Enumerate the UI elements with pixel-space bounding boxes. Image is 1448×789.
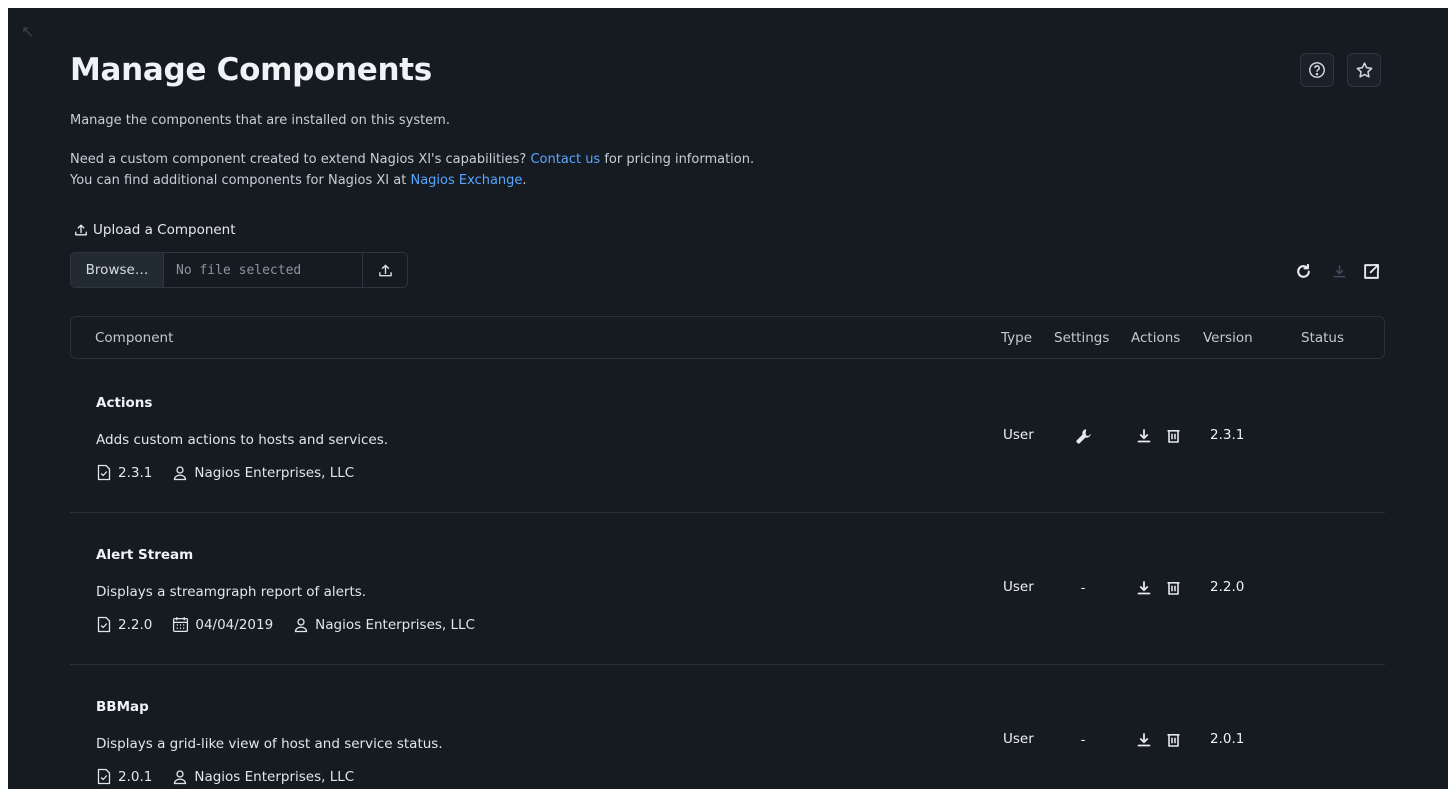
upload-icon xyxy=(75,224,87,236)
custom-component-line: Need a custom component created to exten… xyxy=(70,152,754,167)
browse-button[interactable]: Browse… xyxy=(71,253,164,287)
column-version[interactable]: Version xyxy=(1203,330,1253,346)
user-icon xyxy=(295,617,308,632)
trash-icon xyxy=(1167,582,1179,595)
upload-icon xyxy=(378,264,392,276)
download-icon xyxy=(1137,581,1151,595)
refresh-button[interactable] xyxy=(1293,261,1313,281)
upload-label-text: Upload a Component xyxy=(93,222,236,238)
download-all-button[interactable] xyxy=(1329,261,1349,281)
component-description: Adds custom actions to hosts and service… xyxy=(96,432,389,448)
meta-version: 2.3.1 xyxy=(118,464,153,481)
file-check-icon xyxy=(97,768,111,785)
file-check-icon xyxy=(97,464,111,481)
meta-author: Nagios Enterprises, LLC xyxy=(194,768,355,785)
column-component[interactable]: Component xyxy=(95,330,173,346)
component-description: Displays a grid-like view of host and se… xyxy=(96,736,443,752)
meta-version: 2.2.0 xyxy=(118,616,153,633)
exchange-line-suffix: . xyxy=(522,173,527,188)
component-type: User xyxy=(1003,579,1034,595)
settings-button[interactable] xyxy=(1073,426,1093,446)
component-version: 2.2.0 xyxy=(1210,579,1245,595)
nagios-exchange-link[interactable]: Nagios Exchange xyxy=(410,173,522,188)
download-icon xyxy=(1333,264,1345,277)
corner-arrow-icon[interactable]: ↖ xyxy=(21,22,34,41)
download-icon xyxy=(1137,733,1151,747)
user-icon xyxy=(174,465,187,480)
custom-line-suffix: for pricing information. xyxy=(604,152,755,167)
user-icon xyxy=(174,769,187,784)
component-type: User xyxy=(1003,427,1034,443)
external-link-icon xyxy=(1363,263,1379,279)
download-button[interactable] xyxy=(1134,426,1154,446)
upload-component-label: Upload a Component xyxy=(74,222,236,238)
component-meta: 2.2.0 04/04/2019 Nagios Enterprises, LLC xyxy=(96,616,475,633)
meta-author: Nagios Enterprises, LLC xyxy=(315,616,475,633)
file-input-group: Browse… No file selected xyxy=(70,252,408,288)
component-type: User xyxy=(1003,731,1034,747)
refresh-icon xyxy=(1296,263,1310,278)
component-version: 2.0.1 xyxy=(1210,731,1245,747)
calendar-icon xyxy=(173,617,189,633)
download-button[interactable] xyxy=(1134,730,1154,750)
trash-icon xyxy=(1167,430,1179,443)
column-actions[interactable]: Actions xyxy=(1131,330,1180,346)
component-name: Actions xyxy=(96,395,153,411)
page-title: Manage Components xyxy=(70,52,432,88)
component-name: Alert Stream xyxy=(96,547,194,563)
component-meta: 2.3.1 Nagios Enterprises, LLC xyxy=(96,464,354,481)
page-description: Manage the components that are installed… xyxy=(70,113,450,128)
meta-author: Nagios Enterprises, LLC xyxy=(194,464,355,481)
component-meta: 2.0.1 Nagios Enterprises, LLC xyxy=(96,768,354,785)
component-description: Displays a streamgraph report of alerts. xyxy=(96,584,367,600)
table-row: Alert Stream Displays a streamgraph repo… xyxy=(70,512,1385,665)
help-button[interactable] xyxy=(1300,53,1334,87)
file-check-icon xyxy=(97,616,111,633)
component-name: BBMap xyxy=(96,699,149,715)
star-icon xyxy=(1356,61,1372,78)
delete-button[interactable] xyxy=(1163,578,1183,598)
column-type[interactable]: Type xyxy=(1001,330,1032,346)
meta-date: 04/04/2019 xyxy=(195,616,274,633)
trash-icon xyxy=(1167,734,1179,747)
file-name-field[interactable]: No file selected xyxy=(164,253,362,287)
component-version: 2.3.1 xyxy=(1210,427,1245,443)
exchange-line-prefix: You can find additional components for N… xyxy=(70,173,407,188)
delete-button[interactable] xyxy=(1163,426,1183,446)
column-settings[interactable]: Settings xyxy=(1054,330,1109,346)
component-settings: - xyxy=(1080,580,1086,596)
delete-button[interactable] xyxy=(1163,730,1183,750)
meta-version: 2.0.1 xyxy=(118,768,153,785)
table-row: Actions Adds custom actions to hosts and… xyxy=(70,360,1385,513)
download-icon xyxy=(1137,429,1151,443)
component-settings: - xyxy=(1080,732,1086,748)
open-external-button[interactable] xyxy=(1361,261,1381,281)
favorite-button[interactable] xyxy=(1347,53,1381,87)
wrench-icon xyxy=(1075,428,1091,444)
download-button[interactable] xyxy=(1134,578,1154,598)
exchange-line: You can find additional components for N… xyxy=(70,173,527,188)
table-header: Component Type Settings Actions Version … xyxy=(70,316,1385,359)
custom-line-prefix: Need a custom component created to exten… xyxy=(70,152,527,167)
contact-us-link[interactable]: Contact us xyxy=(530,152,600,167)
page-frame: ↖ Manage Components Manage the component… xyxy=(8,8,1448,789)
upload-submit-button[interactable] xyxy=(362,253,407,287)
table-row: BBMap Displays a grid-like view of host … xyxy=(70,664,1385,789)
help-icon xyxy=(1309,62,1325,78)
column-status[interactable]: Status xyxy=(1301,330,1344,346)
